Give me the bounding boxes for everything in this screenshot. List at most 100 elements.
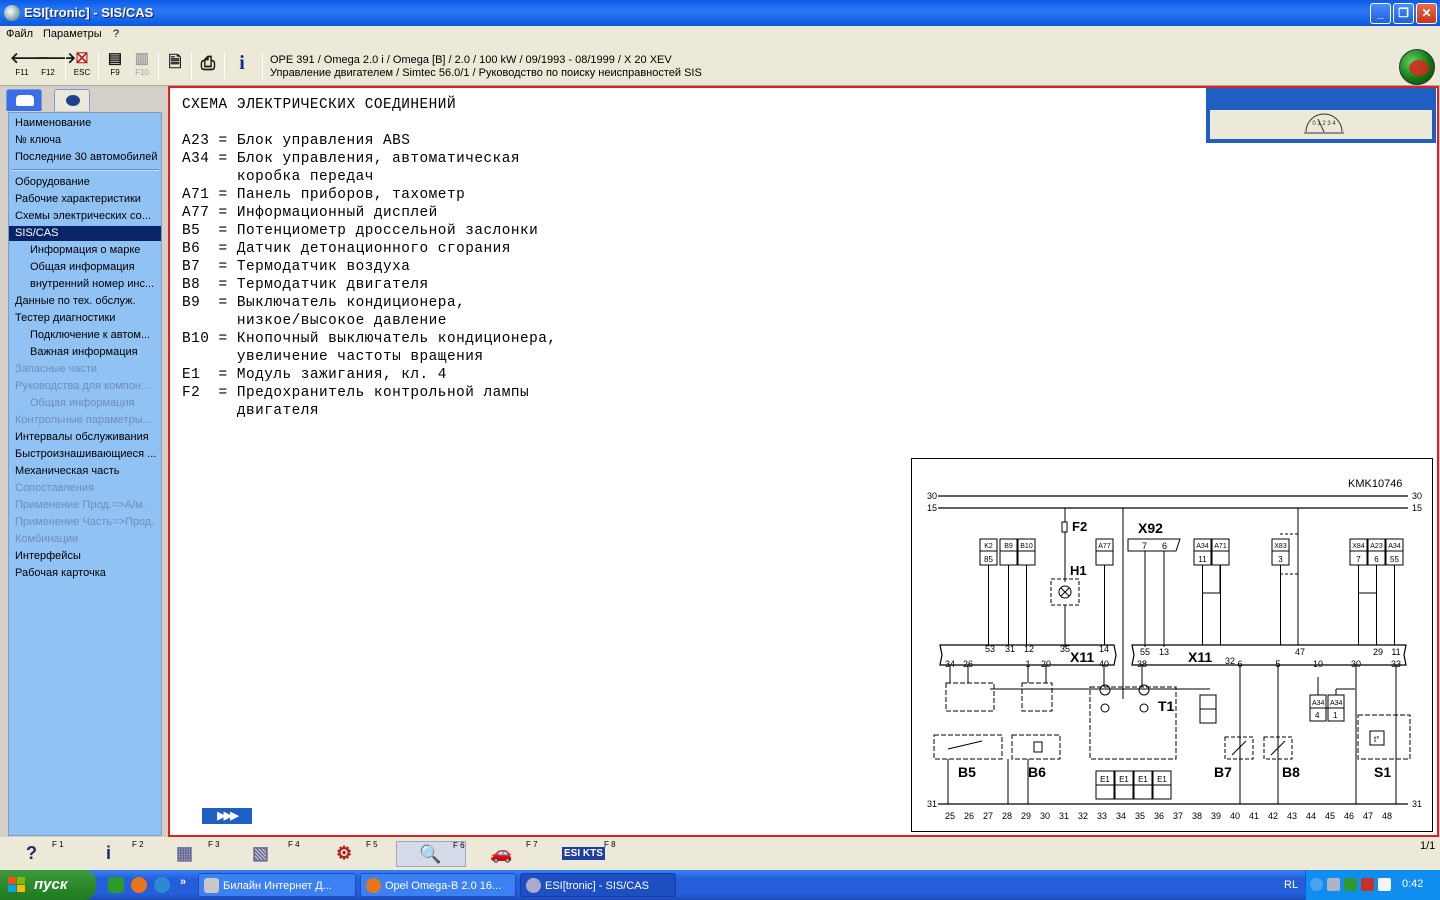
forward-button[interactable]: 🡒 F12 [36,50,76,82]
wiring-diagram-button[interactable]: ▧ F 4 [252,841,302,867]
sidebar-item: Общая информация [30,397,135,409]
app-tray-icon[interactable] [1344,878,1357,891]
clock: 0:42 [1402,878,1424,890]
svg-text:6: 6 [1162,541,1167,551]
sidebar-item[interactable]: Тестер диагностики [9,311,161,326]
component-name: B6 [1028,764,1046,780]
ground-pin: 34 [1116,811,1126,821]
taskbar-item-esitronic[interactable]: ESI[tronic] - SIS/CAS [520,873,676,897]
diagram-ref: KMK10746 [1348,478,1402,490]
arrow-left-icon: 🡐 [10,50,51,67]
book-next-button[interactable]: ▥ F10 [130,50,154,82]
tester-button[interactable]: ⚙ F 5 [336,841,380,867]
legend-line: низкое/высокое давление [182,313,447,329]
book-button[interactable]: ▤ F9 [103,50,127,82]
component-list-button[interactable]: ▦ F 3 [176,841,222,867]
x11-pin: 55 [1140,647,1150,657]
sidebar-item[interactable]: Механическая часть [9,464,161,479]
ground-pin: 46 [1344,811,1354,821]
rail-31-right: 31 [1412,799,1422,809]
quicklaunch-app-icon[interactable] [108,877,124,893]
quicklaunch-more-icon[interactable]: » [180,876,186,888]
zoom-button[interactable]: 🔍 F 6 [396,841,466,867]
menu-help[interactable]: ? [113,28,119,40]
sidebar-item[interactable]: внутренний номер инс... [9,277,161,292]
sidebar-item: Применение Часть=>Прод. [15,516,155,528]
tray-expand-icon[interactable] [1310,878,1323,891]
svg-text:A34: A34 [1312,700,1325,707]
volume-icon[interactable] [1378,878,1391,891]
x11-pin: 29 [1373,647,1383,657]
ground-pin: 43 [1287,811,1297,821]
page-counter: 1/1 [1420,840,1436,852]
info-button[interactable]: iF 2 [106,841,146,867]
menu-file[interactable]: Файл [6,28,33,40]
tab-engine[interactable] [54,89,90,111]
taskbar: пуск » Билайн Интернет Д... Opel Omega-B… [0,870,1440,900]
start-button[interactable]: пуск [0,870,96,900]
ground-pin: 40 [1230,811,1240,821]
sidebar-item[interactable]: Рабочие характеристики [9,192,161,207]
sidebar-item[interactable]: Важная информация [9,345,161,360]
next-page-button[interactable]: ▶▶▶ [202,808,252,824]
sidebar-item[interactable]: Быстроизнашивающиеся ... [9,447,161,462]
vehicle-button[interactable]: 🚗 F 7 [490,841,540,867]
minimize-button[interactable]: _ [1370,3,1391,24]
taskbar-item-beeline[interactable]: Билайн Интернет Д... [198,873,356,897]
rail-31-left: 31 [927,799,937,809]
component-pin-box [999,550,1018,566]
document-button[interactable]: 🗎 [163,50,187,82]
internet-explorer-icon[interactable] [154,877,170,893]
sidebar-item[interactable]: Наименование [9,116,161,131]
rail-15-left: 15 [927,503,937,513]
sidebar-item[interactable]: № ключа [9,133,161,148]
engine-icon [66,95,80,106]
help-button[interactable]: ? F 1 [26,841,66,867]
sidebar-item[interactable]: Последние 30 автомобилей [9,150,161,165]
component-pin: 7 [1356,555,1361,564]
vehicle-description: OPE 391 / Omega 2.0 i / Omega [B] / 2.0 … [270,54,672,66]
ground-pin: 41 [1249,811,1259,821]
navigation-tree: Наименование № ключа Последние 30 автомоби… [8,112,162,836]
menu-parameters[interactable]: Параметры [43,28,102,40]
gauge-icon[interactable]: 0 1 2 3 4 [1210,110,1432,139]
language-indicator[interactable]: RL [1284,879,1298,891]
info-button[interactable]: i [230,50,254,82]
security-icon[interactable] [1361,878,1374,891]
escape-button[interactable]: ⛝ ESC [70,50,94,82]
x11-pin: 53 [985,644,995,654]
svg-text:7: 7 [1142,541,1147,551]
component-label: A23 [1370,543,1383,550]
toolbar-separator [158,52,159,80]
sidebar-item-selected[interactable]: SIS/CAS [9,226,161,241]
sidebar-item[interactable]: Подключение к автом... [9,328,161,343]
sidebar-item[interactable]: Интерфейсы [9,549,161,564]
tab-vehicle[interactable] [6,89,42,111]
firefox-icon[interactable] [131,877,147,893]
legend-line: A77 = Информационный дисплей [182,205,438,221]
ground-pin: 33 [1097,811,1107,821]
maximize-button[interactable]: ❐ [1393,3,1414,24]
close-button[interactable]: ✕ [1416,3,1437,24]
sidebar-item[interactable]: Оборудование [9,175,161,190]
back-button[interactable]: 🡐 F11 [10,50,51,82]
component-list-icon: ▦ [176,843,194,863]
toolbar-separator [65,52,66,80]
left-panel: Наименование № ключа Последние 30 автомоби… [4,87,164,837]
sidebar-item[interactable]: Общая информация [9,260,161,275]
bosch-globe-icon[interactable] [1399,49,1435,85]
system-tray: 0:42 [1305,870,1440,900]
network-icon[interactable] [1327,878,1340,891]
printer-icon: ⎙ [200,53,216,73]
sidebar-item[interactable]: Рабочая карточка [9,566,161,581]
legend-line: A71 = Панель приборов, тахометр [182,187,466,203]
sidebar-item[interactable]: Информация о марке [9,243,161,258]
sidebar-item[interactable]: Схемы электрических со... [9,209,161,224]
sidebar-item[interactable]: Интервалы обслуживания [9,430,161,445]
esi-kts-button[interactable]: ESI KTS F 8 [562,841,618,867]
x11-pin: 12 [1024,644,1034,654]
sidebar-item[interactable]: Данные по тех. обслуж. [9,294,161,309]
taskbar-item-firefox[interactable]: Opel Omega-B 2.0 16... [360,873,516,897]
print-button[interactable]: ⎙ [196,50,220,82]
wiring-diagram-svg: KMK10746 30 15 30 15 31 31 F2 H1 X92 7 6… [927,478,1422,821]
